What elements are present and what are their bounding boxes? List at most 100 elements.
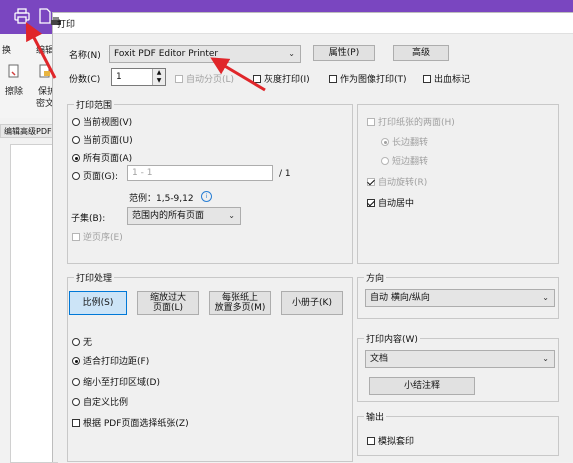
advanced-button[interactable]: 高级 — [393, 45, 449, 61]
document-view — [10, 144, 58, 463]
print-icon[interactable] — [14, 8, 30, 24]
pages-total: / 1 — [279, 169, 291, 179]
fit-oversized-line1: 缩放过大 — [149, 293, 186, 303]
print-content-value: 文档 — [370, 354, 389, 364]
long-edge-dot — [381, 138, 389, 146]
output-legend: 输出 — [364, 410, 387, 423]
subset-value: 范围内的所有页面 — [132, 211, 205, 221]
current-view-radio[interactable]: 当前视图(V) — [72, 115, 132, 128]
chevron-down-icon: ⌄ — [542, 293, 549, 302]
scale-none-label: 无 — [83, 338, 93, 348]
print-as-image-box — [329, 75, 337, 83]
subset-label: 子集(B): — [71, 214, 106, 224]
copies-value: 1 — [116, 72, 122, 82]
printer-select[interactable]: Foxit PDF Editor Printer ⌄ — [109, 45, 301, 63]
scale-none-dot — [72, 338, 80, 346]
multiple-pages-line2: 放置多页(M) — [214, 303, 266, 313]
orientation-value: 自动 横向/纵向 — [370, 293, 430, 303]
current-view-dot — [72, 118, 80, 126]
both-sides-box — [367, 118, 375, 126]
multiple-pages-line1: 每张纸上 — [221, 293, 258, 303]
chevron-down-icon: ⌄ — [542, 354, 549, 363]
auto-rotate-box — [367, 178, 375, 186]
copies-stepper[interactable]: ▲ ▼ — [152, 69, 165, 85]
auto-center-label: 自动居中 — [378, 199, 415, 209]
erase-label: 擦除 — [5, 87, 24, 97]
custom-scale-radio[interactable]: 自定义比例 — [72, 395, 128, 408]
all-pages-radio[interactable]: 所有页面(A) — [72, 151, 132, 164]
pages-radio[interactable]: 页面(G): — [72, 169, 118, 182]
fit-oversized-line2: 页面(L) — [152, 303, 184, 313]
both-sides-checkbox[interactable]: 打印纸张的两面(H) — [367, 115, 455, 128]
shrink-radio[interactable]: 缩小至打印区域(D) — [72, 375, 160, 388]
reverse-order-box — [72, 233, 80, 241]
printer-name-label: 名称(N) — [69, 51, 101, 61]
shrink-label: 缩小至打印区域(D) — [83, 378, 160, 388]
grayscale-label: 灰度打印(I) — [264, 75, 310, 85]
custom-scale-label: 自定义比例 — [83, 398, 129, 408]
auto-center-checkbox[interactable]: 自动居中 — [367, 196, 414, 209]
choose-paper-checkbox[interactable]: 根据 PDF页面选择纸张(Z) — [72, 416, 189, 429]
bleed-marks-checkbox[interactable]: 出血标记 — [423, 72, 470, 85]
simulate-overprint-checkbox[interactable]: 模拟套印 — [367, 434, 414, 447]
fit-oversized-button[interactable]: 缩放过大 页面(L) — [137, 291, 199, 315]
orientation-select[interactable]: 自动 横向/纵向 ⌄ — [365, 289, 555, 307]
properties-button[interactable]: 属性(P) — [313, 45, 375, 61]
multiple-pages-button[interactable]: 每张纸上 放置多页(M) — [209, 291, 271, 315]
simulate-overprint-box — [367, 437, 375, 445]
print-range-legend: 打印范围 — [74, 98, 115, 111]
dialog-title-bar: 打印 — [51, 13, 573, 34]
scale-none-radio[interactable]: 无 — [72, 335, 92, 348]
erase-icon[interactable] — [7, 64, 21, 78]
current-page-radio[interactable]: 当前页面(U) — [72, 133, 133, 146]
orientation-legend: 方向 — [364, 271, 387, 284]
summarize-comments-button[interactable]: 小结注释 — [369, 377, 475, 395]
panel-tab[interactable]: 编辑高级PDF — [0, 124, 56, 138]
fit-margins-label: 适合打印边距(F) — [83, 357, 150, 367]
print-as-image-checkbox[interactable]: 作为图像打印(T) — [329, 72, 407, 85]
current-page-label: 当前页面(U) — [83, 136, 133, 146]
print-content-select[interactable]: 文档 ⌄ — [365, 350, 555, 368]
pages-input[interactable]: 1 - 1 — [127, 165, 273, 181]
fit-margins-radio[interactable]: 适合打印边距(F) — [72, 354, 149, 367]
reverse-order-checkbox[interactable]: 逆页序(E) — [72, 230, 123, 243]
protect-icon[interactable] — [38, 64, 52, 78]
simulate-overprint-label: 模拟套印 — [378, 437, 415, 447]
pages-input-value: 1 - 1 — [132, 168, 153, 178]
pages-label: 页面(G): — [83, 172, 119, 182]
collate-box — [175, 75, 183, 83]
current-view-label: 当前视图(V) — [83, 118, 133, 128]
chevron-down-icon: ⌄ — [228, 211, 235, 220]
booklet-button[interactable]: 小册子(K) — [281, 291, 343, 315]
subset-select[interactable]: 范围内的所有页面 ⌄ — [127, 207, 241, 225]
short-edge-dot — [381, 157, 389, 165]
collate-label: 自动分页(L) — [186, 75, 235, 85]
grayscale-box — [253, 75, 261, 83]
info-icon[interactable]: i — [201, 191, 212, 202]
bleed-marks-box — [423, 75, 431, 83]
ribbon-tab-convert[interactable]: 换 — [2, 43, 11, 56]
bleed-marks-label: 出血标记 — [434, 75, 471, 85]
print-as-image-label: 作为图像打印(T) — [340, 75, 407, 85]
dialog-title: 打印 — [57, 20, 76, 30]
auto-rotate-label: 自动旋转(R) — [378, 178, 428, 188]
grayscale-checkbox[interactable]: 灰度打印(I) — [253, 72, 310, 85]
auto-rotate-checkbox[interactable]: 自动旋转(R) — [367, 175, 427, 188]
choose-paper-box — [72, 419, 80, 427]
file-icon[interactable] — [38, 8, 52, 24]
long-edge-label: 长边翻转 — [392, 138, 429, 148]
all-pages-label: 所有页面(A) — [83, 154, 133, 164]
choose-paper-label: 根据 PDF页面选择纸张(Z) — [83, 419, 189, 429]
auto-center-box — [367, 199, 375, 207]
copies-input[interactable]: 1 ▲ ▼ — [111, 68, 166, 86]
range-example: 范例：1,5-9,12 — [129, 194, 194, 204]
collate-checkbox[interactable]: 自动分页(L) — [175, 72, 234, 85]
scale-button[interactable]: 比例(S) — [69, 291, 127, 315]
all-pages-dot — [72, 154, 80, 162]
shrink-dot — [72, 378, 80, 386]
reverse-order-label: 逆页序(E) — [83, 233, 123, 243]
long-edge-radio[interactable]: 长边翻转 — [381, 135, 428, 148]
short-edge-label: 短边翻转 — [392, 157, 429, 167]
short-edge-radio[interactable]: 短边翻转 — [381, 154, 428, 167]
printer-select-value: Foxit PDF Editor Printer — [114, 49, 219, 59]
